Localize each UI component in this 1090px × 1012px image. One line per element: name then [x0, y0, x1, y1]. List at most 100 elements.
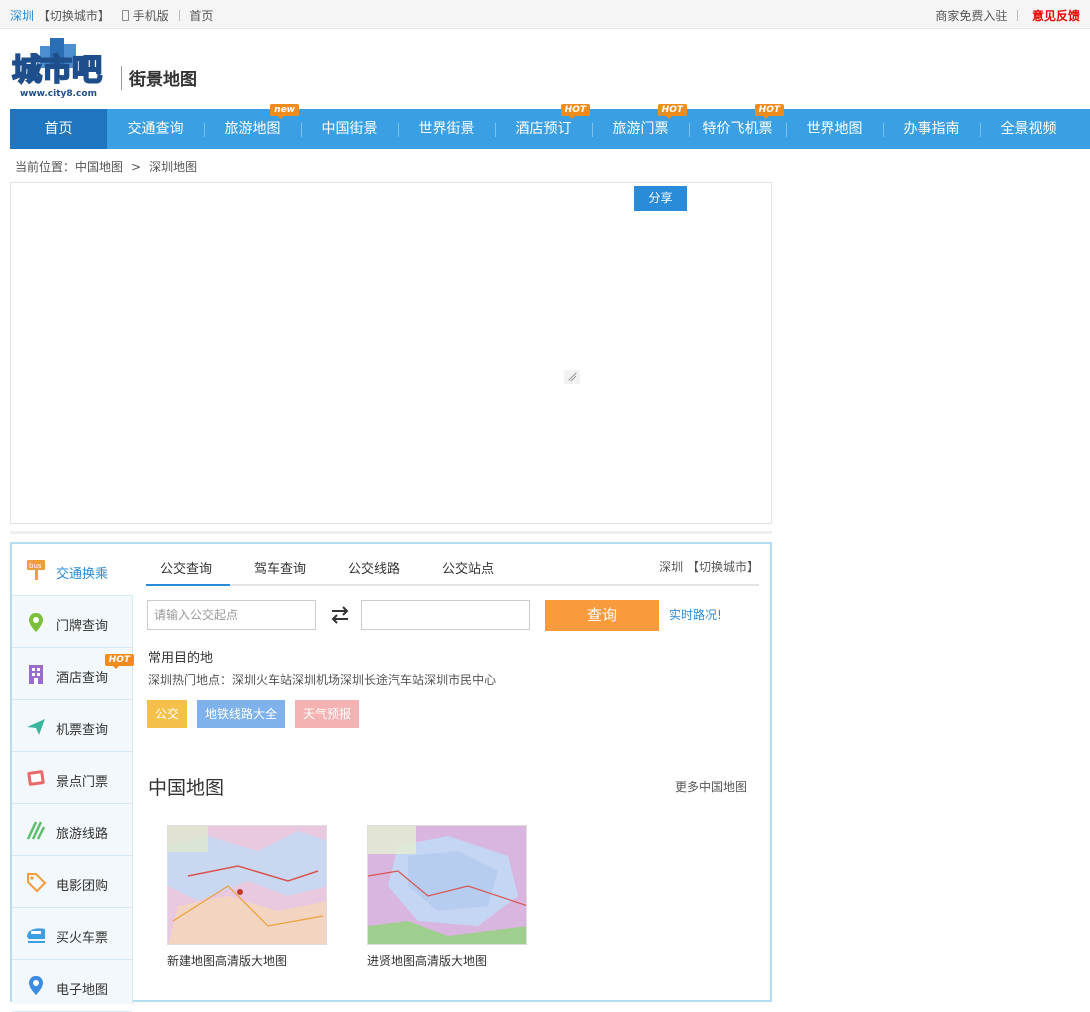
weather-tag-button[interactable]: 天气预报: [295, 700, 360, 728]
nav-item-label: 酒店预订: [515, 121, 572, 137]
bus-start-input[interactable]: [147, 600, 316, 630]
nav-badge: new: [270, 104, 299, 119]
nav-divider: [495, 123, 496, 137]
nav-item[interactable]: 世界地图: [786, 109, 883, 149]
realtime-traffic-link[interactable]: 实时路况!: [669, 606, 722, 623]
panel-switch-city-link[interactable]: 深圳 【切换城市】: [659, 558, 759, 575]
bus-tag-button[interactable]: 公交: [147, 700, 188, 728]
nav-badge: HOT: [657, 104, 687, 119]
nav-item[interactable]: 首页: [10, 109, 107, 149]
map-thumbnail-caption[interactable]: 新建地图高清版大地图: [167, 952, 287, 969]
top-bar: 深圳 【切换城市】 手机版 首页 商家免费入驻 意见反馈: [0, 0, 1090, 29]
hot-place-link[interactable]: 深圳机场: [292, 673, 340, 687]
sidebar-item[interactable]: 机票查询: [12, 700, 132, 752]
nav-divider: [592, 123, 593, 137]
nav-item-label: 世界地图: [806, 121, 863, 137]
airplane-icon: [27, 719, 45, 735]
share-button[interactable]: 分享: [634, 186, 687, 211]
hot-place-link[interactable]: 深圳火车站: [232, 673, 292, 687]
sidebar-item[interactable]: 旅游线路: [12, 804, 132, 856]
feedback-link[interactable]: 意见反馈: [1032, 9, 1080, 23]
nav-divider: [204, 123, 205, 137]
bus-end-input[interactable]: [361, 600, 530, 630]
nav-item-label: 世界街景: [418, 121, 475, 137]
breadcrumb-prefix: 当前位置：: [15, 160, 76, 174]
nav-divider: [786, 123, 787, 137]
tab-drive-query[interactable]: 驾车查询: [254, 558, 306, 577]
active-tab-indicator: [146, 584, 230, 586]
svg-text:bus: bus: [29, 562, 42, 570]
resize-handle-icon[interactable]: [564, 370, 580, 384]
nav-item[interactable]: 旅游门票 HOT: [592, 104, 689, 149]
map-thumbnail-image: [168, 826, 326, 944]
hotel-building-icon: [29, 665, 43, 684]
nav-divider: [980, 123, 981, 137]
sidebar-item-label: 机票查询: [56, 723, 109, 738]
nav-item[interactable]: 全景视频: [980, 109, 1077, 149]
nav-divider: [689, 123, 690, 137]
hot-places: 深圳热门地点：深圳火车站深圳机场深圳长途汽车站深圳市民中心: [148, 671, 496, 688]
breadcrumb-china-map[interactable]: 中国地图: [75, 160, 123, 174]
sidebar-item[interactable]: 电子地图: [12, 960, 132, 1012]
nav-item-label: 中国街景: [321, 121, 378, 137]
sidebar-item-label: 旅游线路: [56, 827, 109, 842]
query-tabs: 公交查询 驾车查询 公交线路 公交站点 深圳 【切换城市】: [146, 544, 759, 586]
nav-item[interactable]: 特价飞机票 HOT: [689, 104, 786, 149]
hot-place-link[interactable]: 深圳长途汽车站: [340, 673, 424, 687]
breadcrumb-separator: >: [131, 160, 142, 174]
sidebar-item-label: 酒店查询: [56, 671, 109, 686]
tab-bus-stops[interactable]: 公交站点: [442, 558, 494, 577]
map-thumbnail[interactable]: [167, 825, 327, 945]
site-subtitle: 街景地图: [129, 70, 197, 90]
switch-city-link[interactable]: 【切换城市】: [38, 9, 110, 23]
merchant-join-link[interactable]: 商家免费入驻: [935, 9, 1007, 23]
site-logo[interactable]: 城市吧 www.city8.com: [10, 36, 118, 100]
location-pin-icon: [29, 613, 43, 632]
divider: [178, 10, 180, 21]
nav-item[interactable]: 办事指南: [883, 109, 980, 149]
nav-item[interactable]: 中国街景: [301, 109, 398, 149]
top-bar-right: 商家免费入驻 意见反馈: [935, 7, 1080, 24]
mobile-phone-icon: [121, 10, 129, 21]
sidebar-item[interactable]: 电影团购: [12, 856, 132, 908]
mobile-version-link[interactable]: 手机版: [133, 9, 169, 23]
hot-place-link[interactable]: 深圳市民中心: [424, 673, 496, 687]
sidebar-item-label: 电影团购: [56, 879, 109, 894]
subway-lines-tag-button[interactable]: 地铁线路大全: [197, 700, 286, 728]
nav-item[interactable]: 旅游地图 new: [204, 104, 301, 149]
nav-item[interactable]: 世界街景: [398, 109, 495, 149]
sidebar: bus 交通换乘 门牌查询酒店查询 HOT 机票查询景点门票旅游线路电影团购买火车票 电子…: [12, 544, 134, 1012]
nav-divider: [398, 123, 399, 137]
nav-item-label: 特价飞机票: [702, 121, 773, 137]
map-thumbnail-caption[interactable]: 进贤地图高清版大地图: [367, 952, 487, 969]
hot-places-prefix: 深圳热门地点：: [148, 673, 233, 687]
sidebar-item[interactable]: bus 交通换乘: [12, 544, 133, 596]
nav-item-label: 旅游门票: [612, 121, 669, 137]
train-icon: [27, 928, 45, 943]
sidebar-item[interactable]: 买火车票: [12, 908, 132, 960]
sidebar-item[interactable]: 门牌查询: [12, 596, 132, 648]
nav-item-label: 全景视频: [1000, 121, 1057, 137]
tab-bus-query[interactable]: 公交查询: [160, 558, 212, 577]
map-thumbnail[interactable]: [367, 825, 527, 945]
nav-badge: HOT: [754, 104, 784, 119]
tab-bus-lines[interactable]: 公交线路: [348, 558, 400, 577]
home-link[interactable]: 首页: [189, 9, 213, 23]
tag-icon: [27, 873, 47, 893]
route-lines-icon: [26, 821, 46, 840]
current-city-link[interactable]: 深圳: [10, 9, 34, 23]
query-button[interactable]: 查询: [545, 600, 659, 631]
sidebar-item[interactable]: 景点门票: [12, 752, 132, 804]
sidebar-badge: HOT: [104, 654, 134, 669]
nav-badge: HOT: [560, 104, 590, 119]
map-pin-icon: [29, 976, 43, 995]
nav-item[interactable]: 酒店预订 HOT: [495, 104, 592, 149]
nav-divider: [883, 123, 884, 137]
sidebar-item[interactable]: 酒店查询 HOT: [12, 648, 134, 700]
china-map-section-title: 中国地图: [148, 777, 225, 799]
nav-item[interactable]: 交通查询: [107, 109, 204, 149]
sidebar-item-label: 景点门票: [56, 775, 109, 790]
street-view-map[interactable]: 分享: [10, 182, 772, 524]
more-china-maps-link[interactable]: 更多中国地图: [675, 778, 747, 795]
swap-icon[interactable]: [329, 605, 351, 625]
